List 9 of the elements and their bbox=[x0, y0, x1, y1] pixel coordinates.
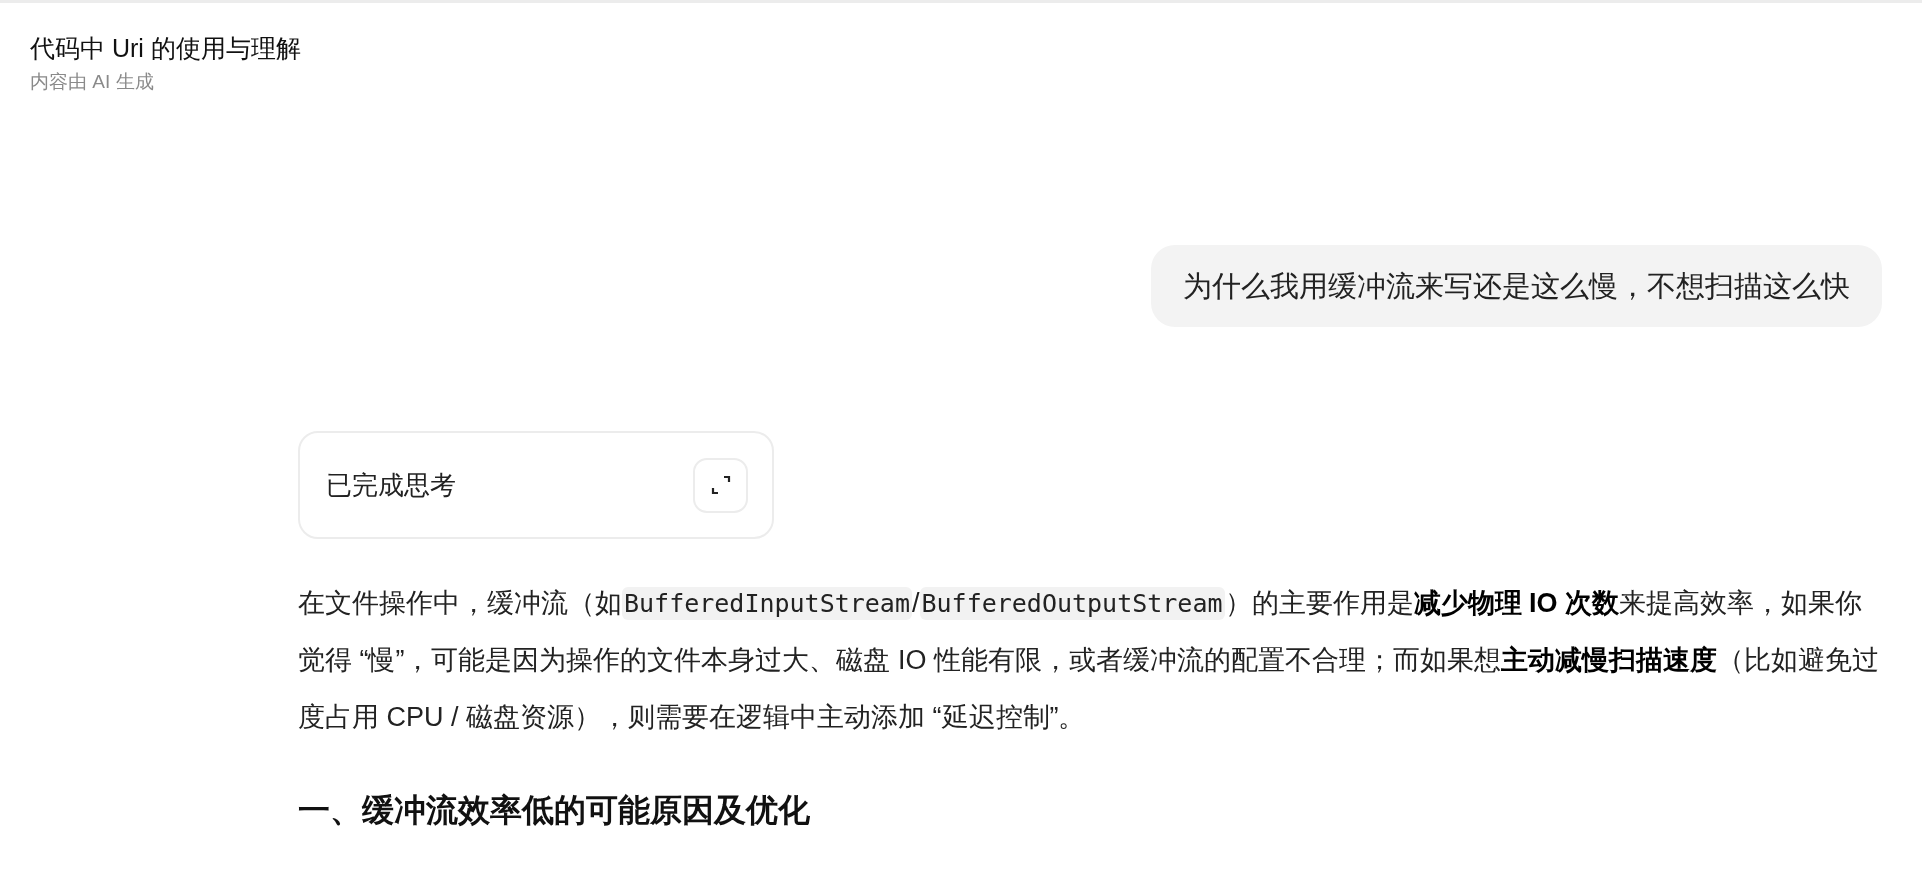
conversation-subtitle: 内容由 AI 生成 bbox=[30, 70, 155, 94]
thinking-label: 已完成思考 bbox=[326, 468, 456, 502]
conversation-title: 代码中 Uri 的使用与理解 bbox=[30, 33, 302, 64]
expand-button[interactable] bbox=[693, 457, 748, 513]
answer-paragraph: 在文件操作中，缓冲流（如 BufferedInputStream/BufferedOutputStream）的主要作用是减少物理 IO 次数来提高效率，如果你觉得 “慢”，可能是因为操作的文件本身过大、磁盘 IO 性能有限，或者缓冲流的配置不合理；而如果想主动减慢扫描速度（比如避免过度占用 CPU / 磁盘资源），则需要在逻辑中主动添加 “延迟控制”。 bbox=[298, 586, 1880, 734]
thinking-card[interactable]: 已完成思考 bbox=[298, 431, 774, 539]
section-heading: 一、缓冲流效率低的可能原因及优化 bbox=[298, 791, 811, 830]
user-message: 为什么我用缓冲流来写还是这么慢，不想扫描这么快 bbox=[1151, 245, 1882, 327]
expand-icon bbox=[709, 474, 732, 496]
